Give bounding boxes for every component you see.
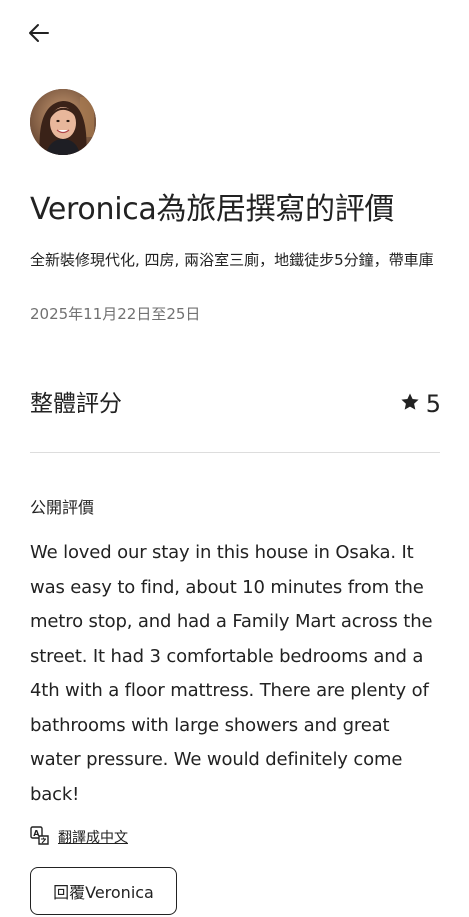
rating-score: 5 <box>425 390 441 418</box>
public-review-label: 公開評價 <box>30 498 95 517</box>
reply-button[interactable]: 回覆Veronica <box>30 867 177 915</box>
overall-rating-label: 整體評分 <box>30 391 122 417</box>
stay-dates: 2025年11月22日至25日 <box>30 305 201 323</box>
arrow-left-icon <box>28 23 50 47</box>
back-button[interactable] <box>22 20 56 50</box>
page-title: Veronica為旅居撰寫的評價 <box>30 192 395 227</box>
overall-rating-value: 5 <box>400 388 441 420</box>
star-icon <box>400 388 420 420</box>
translate-button[interactable]: A 翻譯成中文 <box>30 826 128 850</box>
listing-name: 全新裝修現代化, 四房, 兩浴室三廁，地鐵徒步5分鐘，帶車庫 <box>30 251 434 269</box>
translate-icon: A <box>30 826 50 850</box>
reviewer-avatar <box>30 89 96 155</box>
review-body: We loved our stay in this house in Osaka… <box>30 542 433 805</box>
translate-link[interactable]: 翻譯成中文 <box>58 827 128 849</box>
section-divider <box>30 452 440 453</box>
